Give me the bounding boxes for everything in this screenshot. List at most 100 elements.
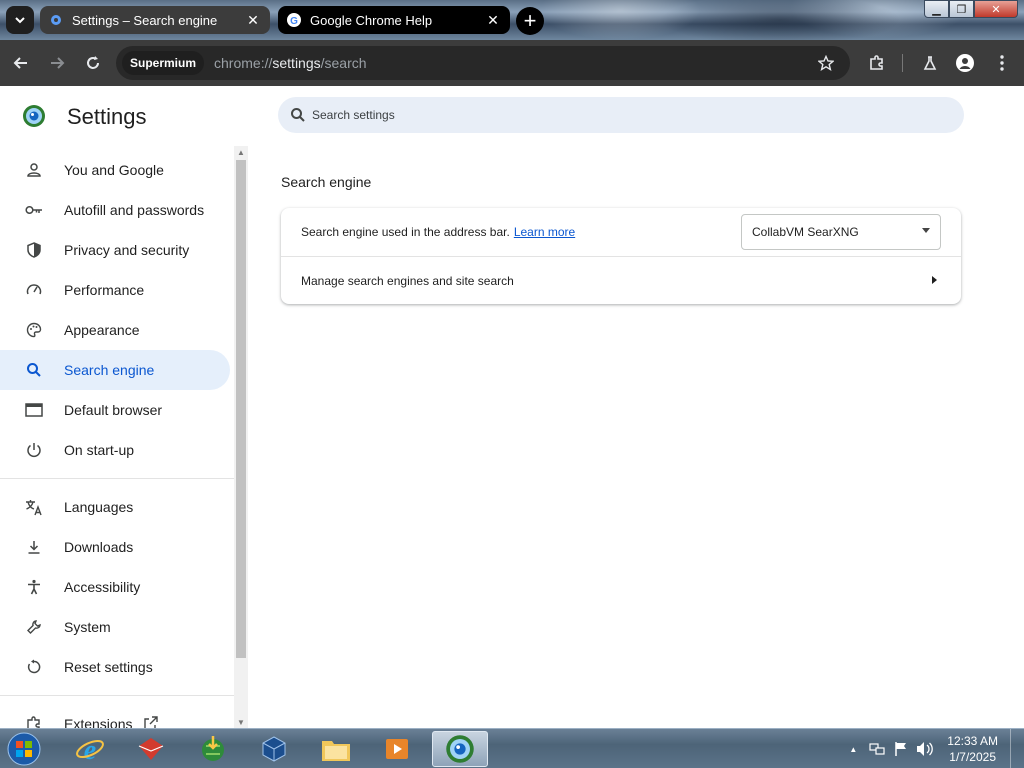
clock-date: 1/7/2025: [949, 750, 996, 764]
key-icon: [24, 200, 44, 220]
taskbar-media-player-button[interactable]: [369, 731, 425, 767]
sidebar-item-default-browser[interactable]: Default browser: [0, 390, 230, 430]
volume-icon[interactable]: [916, 740, 934, 758]
taskbar-supermium-button[interactable]: [432, 731, 488, 767]
sidebar-item-label: Performance: [64, 282, 145, 298]
page-title: Settings: [67, 104, 147, 129]
sidebar-item-reset[interactable]: Reset settings: [0, 647, 230, 687]
tab-chrome-help[interactable]: G Google Chrome Help ✕: [278, 6, 510, 34]
chevron-down-icon: [15, 17, 25, 24]
sidebar-divider: [0, 478, 234, 479]
sidebar-item-label: Downloads: [64, 539, 134, 555]
labs-button[interactable]: [915, 48, 945, 78]
sidebar-item-extensions[interactable]: Extensions: [0, 704, 230, 728]
bookmark-star-button[interactable]: [814, 51, 838, 75]
flag-icon[interactable]: [892, 740, 910, 758]
scroll-up-arrow-icon[interactable]: ▲: [234, 146, 248, 158]
learn-more-link[interactable]: Learn more: [514, 225, 575, 239]
minimize-button[interactable]: ▁: [924, 0, 949, 18]
start-button[interactable]: [4, 730, 44, 768]
sidebar-item-label: Extensions: [64, 716, 133, 728]
tab-search-button[interactable]: [6, 6, 34, 34]
network-icon[interactable]: [868, 740, 886, 758]
sidebar-item-you-and-google[interactable]: You and Google: [0, 150, 230, 190]
minimize-icon: ▁: [932, 3, 941, 16]
sidebar-divider: [0, 695, 234, 696]
settings-search[interactable]: [278, 97, 964, 133]
sidebar-item-appearance[interactable]: Appearance: [0, 310, 230, 350]
new-tab-button[interactable]: +: [516, 7, 544, 35]
settings-sidebar: You and Google Autofill and passwords Pr…: [0, 150, 234, 728]
palette-icon: [24, 320, 44, 340]
sidebar-scrollbar[interactable]: ▲ ▼: [234, 146, 248, 728]
virtualbox-icon: [262, 736, 286, 762]
shield-icon: [24, 240, 44, 260]
tab-settings[interactable]: Settings – Search engine ✕: [40, 6, 270, 34]
sidebar-item-label: Languages: [64, 499, 134, 515]
close-icon[interactable]: ✕: [484, 11, 502, 29]
show-desktop-button[interactable]: [1010, 729, 1024, 768]
sidebar-item-label: Accessibility: [64, 579, 141, 595]
wrench-icon: [24, 617, 44, 637]
taskbar-ie-button[interactable]: e: [62, 731, 118, 767]
plus-icon: +: [523, 8, 537, 33]
chevron-up-icon[interactable]: ▲: [844, 740, 862, 758]
manage-search-engines-row[interactable]: Manage search engines and site search: [281, 256, 961, 304]
search-icon: [291, 108, 305, 122]
address-bar-engine-row: Search engine used in the address bar. L…: [281, 208, 961, 256]
taskbar-virtualbox-button[interactable]: [246, 731, 302, 767]
toolbar-divider: [902, 54, 903, 72]
browser-window-icon: [24, 400, 44, 420]
google-g-icon: G: [286, 12, 302, 28]
profile-button[interactable]: [950, 48, 980, 78]
system-clock[interactable]: 12:33 AM 1/7/2025: [947, 733, 998, 765]
sidebar-item-on-startup[interactable]: On start-up: [0, 430, 230, 470]
back-button[interactable]: [6, 48, 36, 78]
download-icon: [24, 537, 44, 557]
search-input[interactable]: [312, 108, 912, 122]
sidebar-item-privacy[interactable]: Privacy and security: [0, 230, 230, 270]
supermium-logo-icon: [22, 104, 46, 128]
person-icon: [24, 160, 44, 180]
restore-button[interactable]: ❐: [949, 0, 974, 18]
row-label: Manage search engines and site search: [301, 273, 514, 288]
forward-button[interactable]: [42, 48, 72, 78]
sidebar-item-label: Search engine: [64, 362, 155, 378]
taskbar-download-manager-button[interactable]: [185, 731, 241, 767]
sidebar-item-performance[interactable]: Performance: [0, 270, 230, 310]
section-title: Search engine: [281, 174, 372, 190]
sidebar-item-autofill[interactable]: Autofill and passwords: [0, 190, 230, 230]
sidebar-item-search-engine[interactable]: Search engine: [0, 350, 230, 390]
search-engine-select[interactable]: CollabVM SearXNG: [741, 214, 941, 250]
search-engine-card: Search engine used in the address bar. L…: [281, 208, 961, 304]
browser-chip[interactable]: Supermium: [122, 51, 205, 75]
accessibility-icon: [24, 577, 44, 597]
caret-right-icon: [932, 276, 937, 284]
arrow-left-icon: [13, 57, 27, 69]
taskbar-explorer-button[interactable]: [308, 731, 364, 767]
url-text[interactable]: chrome://settings/search: [214, 55, 367, 71]
scrollbar-thumb[interactable]: [236, 160, 246, 658]
sidebar-item-languages[interactable]: Languages: [0, 487, 230, 527]
tab-title: Settings – Search engine: [72, 12, 218, 28]
kebab-menu-icon: [1000, 55, 1004, 71]
reload-button[interactable]: [78, 48, 108, 78]
url-path: /search: [320, 55, 367, 71]
extensions-button[interactable]: [862, 48, 892, 78]
menu-button[interactable]: [987, 48, 1017, 78]
sidebar-item-label: Default browser: [64, 402, 163, 418]
sidebar-item-accessibility[interactable]: Accessibility: [0, 567, 230, 607]
internet-explorer-icon: e: [76, 735, 104, 764]
sidebar-item-system[interactable]: System: [0, 607, 230, 647]
address-bar[interactable]: Supermium chrome://settings/search: [116, 46, 850, 80]
taskbar-app-red-button[interactable]: [123, 731, 179, 767]
windows-taskbar: e ▲ 12:33 AM 1/7/2025: [0, 728, 1024, 768]
sidebar-item-downloads[interactable]: Downloads: [0, 527, 230, 567]
window-close-button[interactable]: ✕: [974, 0, 1018, 18]
settings-header: Settings: [0, 86, 1024, 146]
close-icon[interactable]: ✕: [244, 11, 262, 29]
supermium-logo-icon: [446, 735, 474, 763]
tab-strip: Settings – Search engine ✕ G Google Chro…: [0, 0, 1024, 40]
select-value: CollabVM SearXNG: [752, 225, 859, 239]
scroll-down-arrow-icon[interactable]: ▼: [234, 716, 248, 728]
